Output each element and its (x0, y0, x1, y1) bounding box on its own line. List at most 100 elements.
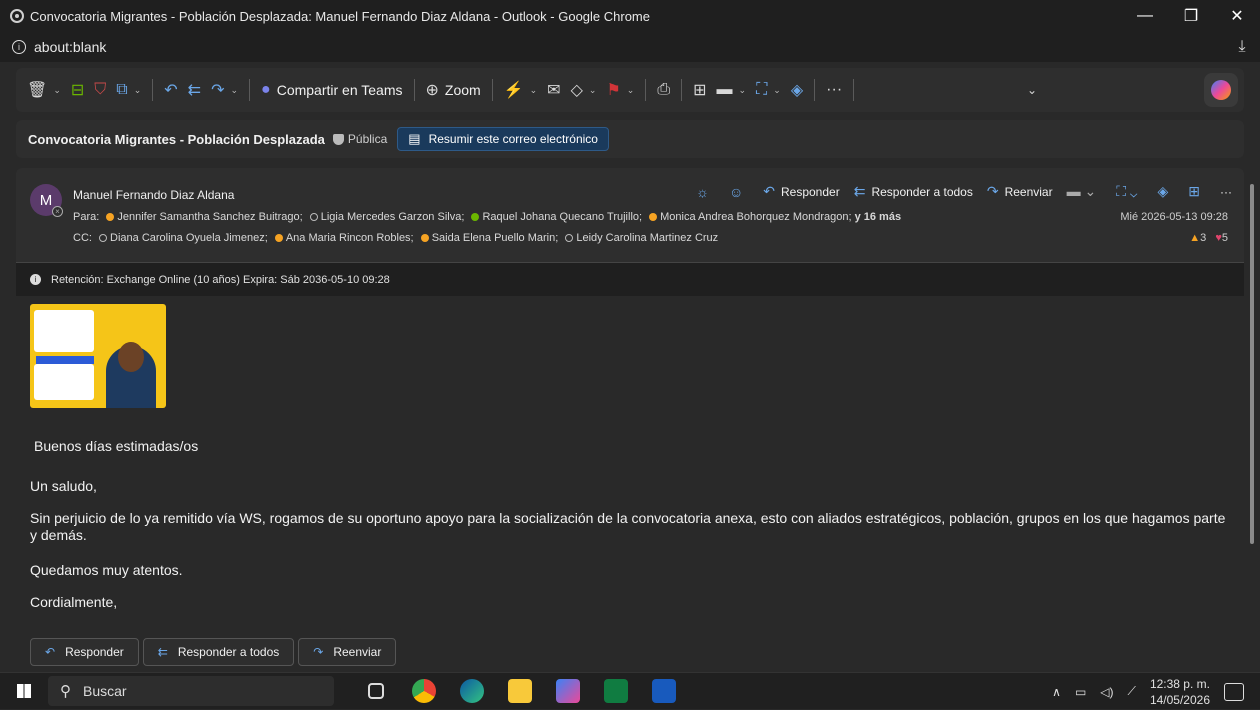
reply-all-label: Responder a todos (177, 645, 280, 659)
recipient[interactable]: Monica Andrea Bohorquez Mondragon; (660, 211, 851, 223)
recipient[interactable]: Raquel Johana Quecano Trujillo; (482, 211, 642, 223)
cc-recipients: CC: Diana Carolina Oyuela Jimenez; Ana M… (73, 232, 718, 244)
delete-icon[interactable]: 🗑 ⌄ (22, 75, 66, 105)
zoom-icon: ⊕ (425, 82, 439, 99)
move-icon[interactable]: ⧉ ⌄ (111, 75, 146, 105)
notification-icon[interactable] (1224, 682, 1244, 701)
recipient[interactable]: Ligia Mercedes Garzon Silva; (321, 211, 465, 223)
reply-all-icon: ⇇ (853, 183, 866, 199)
chevron-down-icon[interactable]: ⌄ (1022, 75, 1042, 105)
emoji-icon[interactable]: ☺ (729, 184, 749, 200)
recipient[interactable]: Leidy Carolina Martinez Cruz (576, 232, 718, 244)
search-label: Buscar (83, 683, 127, 699)
edge-icon[interactable] (448, 673, 496, 710)
read-unread-icon[interactable]: ✉ (542, 75, 565, 105)
m365-icon[interactable] (544, 673, 592, 710)
presence-away-icon (420, 234, 429, 243)
job-poster-image[interactable] (30, 304, 166, 408)
word-icon[interactable] (640, 673, 688, 710)
loop-icon[interactable]: ◈ (786, 75, 808, 105)
chevron-down-icon[interactable]: ⌄ (53, 85, 61, 96)
report-icon[interactable]: ⛉ (89, 75, 111, 105)
chevron-down-icon[interactable]: ⌄ (773, 85, 781, 96)
battery-icon[interactable]: ▭ (1075, 685, 1086, 699)
addin-icon[interactable]: ▬ ⌄ (1067, 183, 1103, 200)
apps-icon[interactable]: ⊞ (688, 75, 711, 105)
pdf-icon[interactable]: ⛶ ⌄ (1116, 183, 1143, 200)
restore-button[interactable]: ❐ (1168, 0, 1214, 32)
chevron-down-icon[interactable]: ⌄ (230, 85, 238, 96)
chevron-down-icon[interactable]: ⌄ (627, 85, 635, 96)
presence-offline-icon (565, 234, 574, 243)
pdf-icon[interactable]: ⛶ ⌄ (751, 75, 786, 105)
sender-name[interactable]: Manuel Fernando Diaz Aldana (73, 188, 234, 202)
forward-icon[interactable]: ↷ ⌄ (206, 75, 243, 105)
chrome-icon (10, 9, 24, 23)
clock[interactable]: 12:38 p. m. 14/05/2026 (1150, 676, 1210, 708)
minimize-button[interactable]: — (1122, 0, 1168, 32)
reply-icon: ↶ (763, 183, 775, 199)
recipient[interactable]: Diana Carolina Oyuela Jimenez; (110, 232, 268, 244)
recipient[interactable]: Saida Elena Puello Marin; (432, 232, 559, 244)
separator (249, 79, 251, 101)
reply-label: Responder (65, 645, 124, 659)
task-view-icon[interactable] (352, 673, 400, 710)
file-explorer-icon[interactable] (496, 673, 544, 710)
taskbar-search[interactable]: ⚲ Buscar (48, 676, 334, 706)
sensitivity-label[interactable]: Pública (348, 132, 387, 146)
brightness-icon[interactable]: ☼ (696, 184, 715, 200)
url-text[interactable]: about:blank (34, 39, 1224, 55)
excel-icon[interactable] (592, 673, 640, 710)
reply-button[interactable]: ↶ Responder (30, 638, 139, 666)
reply-all-button[interactable]: ⇇ Responder a todos (142, 638, 295, 666)
start-button[interactable] (0, 673, 48, 710)
subject-bar: Convocatoria Migrantes - Población Despl… (16, 120, 1244, 158)
apps-icon[interactable]: ⊞ (1188, 183, 1206, 200)
chrome-icon[interactable] (400, 673, 448, 710)
tag-icon[interactable]: ◇ ⌄ (566, 75, 602, 105)
rules-icon[interactable]: ⚡ ⌄ (499, 75, 542, 105)
reply-icon[interactable]: ↶ (159, 75, 182, 105)
message-date: Mié 2026-05-13 09:28 (1120, 211, 1228, 223)
chevron-down-icon[interactable]: ⌄ (739, 85, 747, 96)
more-recipients-link[interactable]: y 16 más (855, 211, 901, 223)
chevron-down-icon[interactable]: ⌄ (134, 85, 142, 96)
chevron-down-icon[interactable]: ⌄ (589, 85, 597, 96)
print-icon[interactable]: ⎙ (652, 75, 675, 105)
recipient[interactable]: Jennifer Samantha Sanchez Buitrago; (117, 211, 302, 223)
forward-button[interactable]: ↷ Reenviar (987, 183, 1053, 200)
search-icon: ⚲ (60, 683, 71, 700)
download-icon[interactable]: ⤓ (1224, 38, 1260, 56)
volume-icon[interactable]: ◁) (1100, 685, 1113, 699)
forward-button[interactable]: ↷ Reenviar (298, 638, 397, 666)
scrollbar-thumb[interactable] (1250, 184, 1254, 544)
shield-icon (332, 133, 344, 145)
chevron-down-icon[interactable]: ⌄ (530, 85, 538, 96)
recipient[interactable]: Ana Maria Rincon Robles; (286, 232, 414, 244)
reply-all-button[interactable]: ⇇ Responder a todos (854, 183, 973, 200)
copilot-button[interactable] (1203, 73, 1238, 107)
reply-all-icon[interactable]: ⇇ (183, 75, 206, 105)
reply-button[interactable]: ↶ Responder (763, 183, 839, 200)
poster-face (118, 342, 144, 372)
more-icon[interactable]: ··· (1220, 185, 1232, 199)
archive-icon[interactable]: ⊟ (66, 75, 89, 105)
wifi-icon[interactable]: ⟋ (1128, 684, 1136, 699)
summarize-button[interactable]: ▤ Resumir este correo electrónico (397, 127, 609, 151)
share-teams-button[interactable]: ● Compartir en Teams (256, 75, 407, 105)
addin-icon[interactable]: ▬ ⌄ (712, 75, 752, 105)
more-actions-button[interactable]: ··· (821, 75, 847, 105)
zoom-button[interactable]: ⊕ Zoom (421, 75, 486, 105)
to-recipients: Para: Jennifer Samantha Sanchez Buitrago… (73, 211, 901, 223)
flag-icon[interactable]: ⚑ ⌄ (601, 75, 639, 105)
paragraph: Sin perjuicio de lo ya remitido vía WS, … (30, 510, 1226, 543)
message-header: M × Manuel Fernando Diaz Aldana Para: Je… (16, 168, 1244, 262)
reactions[interactable]: ▲3 ♥5 (1189, 232, 1228, 244)
message-body: Buenos días estimadas/os Un saludo, Sin … (16, 296, 1244, 672)
close-button[interactable]: ✕ (1214, 0, 1260, 32)
loop-icon[interactable]: ◈ (1157, 183, 1174, 200)
info-icon[interactable]: i (12, 40, 26, 54)
scrollbar[interactable] (1248, 160, 1256, 670)
greeting: Buenos días estimadas/os (34, 438, 199, 454)
chevron-up-icon[interactable]: ∧ (1052, 685, 1061, 699)
